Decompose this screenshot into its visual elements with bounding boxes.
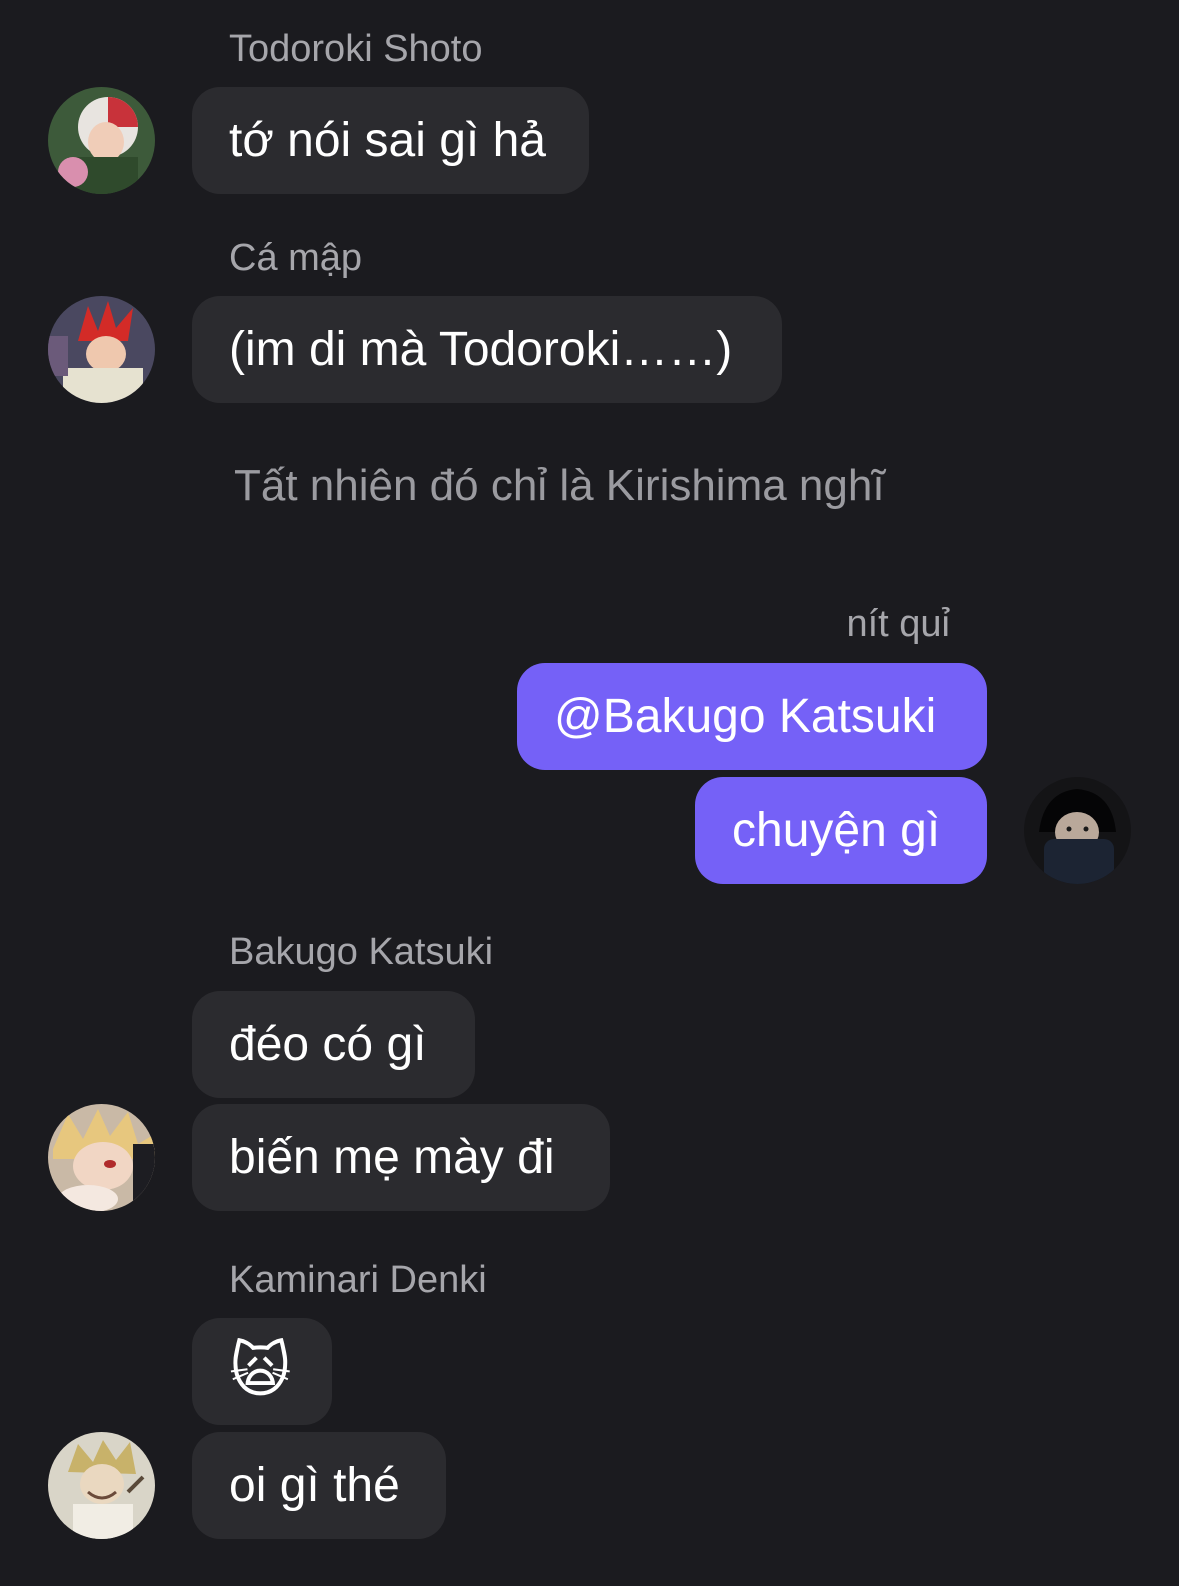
avatar-todoroki[interactable] [48, 87, 155, 194]
avatar-kaminari[interactable] [48, 1432, 155, 1539]
outgoing-message-bubble[interactable]: chuyện gì [695, 777, 987, 884]
outgoing-message-bubble[interactable]: @Bakugo Katsuki [517, 663, 987, 770]
sender-name-kirishima: Cá mập [229, 237, 363, 279]
sender-name-me: nít quỉ [846, 603, 950, 645]
emoji-message-bubble[interactable]: 🙀 [192, 1318, 332, 1425]
sender-name-bakugo: Bakugo Katsuki [229, 931, 494, 973]
avatar-kirishima[interactable] [48, 296, 155, 403]
message-bubble[interactable]: biến mẹ mày đi [192, 1104, 610, 1211]
sender-name-todoroki: Todoroki Shoto [229, 28, 483, 70]
message-bubble[interactable]: oi gì thé [192, 1432, 446, 1539]
system-note: Tất nhiên đó chỉ là Kirishima nghĩ [234, 461, 885, 510]
avatar-bakugo[interactable] [48, 1104, 155, 1211]
message-bubble[interactable]: tớ nói sai gì hả [192, 87, 589, 194]
message-bubble[interactable]: (im di mà Todoroki……) [192, 296, 782, 403]
sender-name-kaminari: Kaminari Denki [229, 1259, 487, 1301]
avatar-me[interactable] [1024, 777, 1131, 884]
message-bubble[interactable]: đéo có gì [192, 991, 475, 1098]
